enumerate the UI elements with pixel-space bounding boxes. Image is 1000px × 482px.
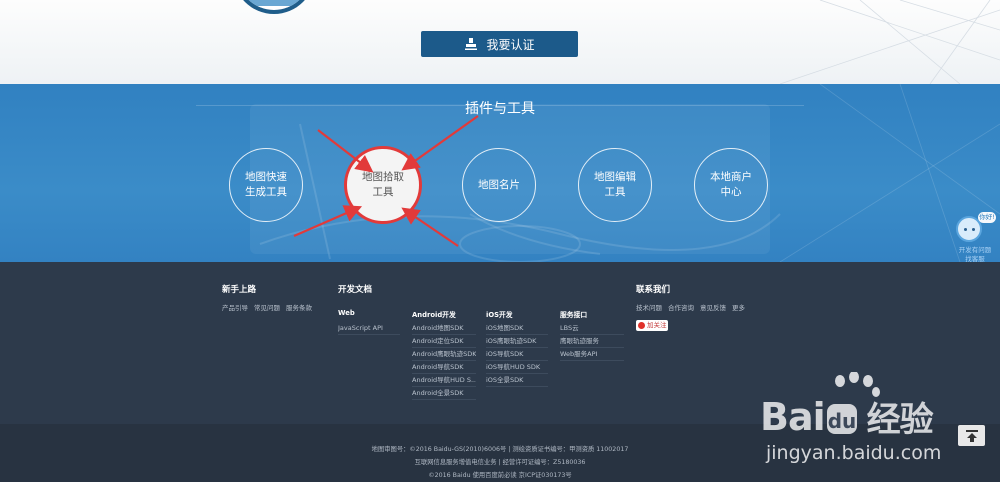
footer-contact-title: 联系我们 — [636, 285, 671, 295]
copyright-line-1: 地图审图号：©2016 Baidu-GS(2010)6006号 | 测绘资质证书… — [371, 446, 629, 453]
footer-contact-links: 技术问题 合作咨询 意见反馈 更多 — [636, 302, 745, 312]
footer-service-list: LBS云 鹰眼轨迹服务 Web服务API — [560, 322, 624, 361]
footer-link-android-map-sdk[interactable]: Android地图SDK — [412, 322, 476, 335]
footer-link-lbs-cloud[interactable]: LBS云 — [560, 322, 624, 335]
top-section: 我要认证 — [0, 0, 1000, 84]
robot-avatar-icon — [956, 216, 982, 242]
tool-local-merchant-center[interactable]: 本地商户 中心 — [694, 148, 768, 222]
arrow-up-icon — [965, 429, 978, 442]
tool-label: 地图拾取 工具 — [362, 171, 404, 198]
footer-ios-title: iOS开发 — [486, 311, 513, 319]
footer-android-list: Android地图SDK Android定位SDK Android鹰眼轨迹SDK… — [412, 322, 476, 400]
tool-label: 地图名片 — [478, 178, 520, 191]
footer-link-android-hud-sdk[interactable]: Android导航HUD S... — [412, 374, 476, 387]
footer-newbie-links: 产品引导 常见问题 服务条款 — [222, 302, 312, 312]
copyright-line-2: 互联网信息服务增值电信业务 | 经营许可证编号：Z5180036 — [414, 459, 586, 466]
weibo-icon — [638, 322, 645, 329]
tool-map-quick-generator[interactable]: 地图快速 生成工具 — [229, 148, 303, 222]
footer-link-more[interactable]: 更多 — [732, 302, 745, 312]
footer-link-javascript-api[interactable]: JavaScript API — [338, 322, 400, 335]
chat-greeting-bubble: 你好! — [978, 212, 996, 223]
footer-link-feedback[interactable]: 意见反馈 — [700, 302, 726, 312]
copyright-line-3: ©2016 Baidu 使用百度前必读 京ICP证030173号 — [428, 472, 572, 479]
footer-link-ios-nav-sdk[interactable]: iOS导航SDK — [486, 348, 548, 361]
footer-link-android-nav-sdk[interactable]: Android导航SDK — [412, 361, 476, 374]
footer-link-cooperation[interactable]: 合作咨询 — [668, 302, 694, 312]
tool-map-editor[interactable]: 地图编辑 工具 — [578, 148, 652, 222]
footer-link-ios-hud-sdk[interactable]: iOS导航HUD SDK — [486, 361, 548, 374]
weibo-follow-button[interactable]: 加关注 — [636, 320, 668, 331]
certify-button-label: 我要认证 — [486, 37, 535, 52]
tool-map-card[interactable]: 地图名片 — [462, 148, 536, 222]
footer-link-ios-trace-sdk[interactable]: iOS鹰眼轨迹SDK — [486, 335, 548, 348]
tool-map-coordinate-picker[interactable]: 地图拾取 工具 — [344, 146, 422, 224]
tools-section-title: 插件与工具 — [465, 101, 535, 117]
certify-button[interactable]: 我要认证 — [421, 31, 578, 57]
plugins-tools-section: 插件与工具 地图快速 生成工具 地图拾取 工具 地图名片 地图编辑 工具 本地商… — [0, 84, 1000, 262]
tool-label: 本地商户 中心 — [710, 171, 752, 198]
tool-label: 地图编辑 工具 — [594, 171, 636, 198]
footer-link-ios-map-sdk[interactable]: iOS地图SDK — [486, 322, 548, 335]
footer-link-ios-panorama-sdk[interactable]: iOS全景SDK — [486, 374, 548, 387]
footer-docs-title: 开发文档 — [338, 285, 373, 295]
weibo-follow-label: 加关注 — [647, 321, 667, 329]
footer-link-terms[interactable]: 服务条款 — [286, 302, 312, 312]
footer-web-list: JavaScript API — [338, 322, 400, 335]
back-to-top-button[interactable] — [958, 425, 985, 446]
stamp-icon — [465, 38, 478, 50]
footer-link-android-panorama-sdk[interactable]: Android全景SDK — [412, 387, 476, 400]
footer-android-title: Android开发 — [412, 311, 456, 319]
footer-newbie-title: 新手上路 — [222, 285, 257, 295]
footer-service-title: 服务接口 — [560, 311, 588, 319]
footer-web-title: Web — [338, 309, 355, 317]
footer-link-product-guide[interactable]: 产品引导 — [222, 302, 248, 312]
footer-link-faq[interactable]: 常见问题 — [254, 302, 280, 312]
footer-link-web-service-api[interactable]: Web服务API — [560, 348, 624, 361]
footer-ios-list: iOS地图SDK iOS鹰眼轨迹SDK iOS导航SDK iOS导航HUD SD… — [486, 322, 548, 387]
tool-label: 地图快速 生成工具 — [245, 171, 287, 198]
footer-link-tech-question[interactable]: 技术问题 — [636, 302, 662, 312]
footer-link-android-location-sdk[interactable]: Android定位SDK — [412, 335, 476, 348]
bottom-copyright-bar: 地图审图号：©2016 Baidu-GS(2010)6006号 | 测绘资质证书… — [0, 424, 1000, 482]
footer-link-android-trace-sdk[interactable]: Android鹰眼轨迹SDK — [412, 348, 476, 361]
footer-link-trace-service[interactable]: 鹰眼轨迹服务 — [560, 335, 624, 348]
